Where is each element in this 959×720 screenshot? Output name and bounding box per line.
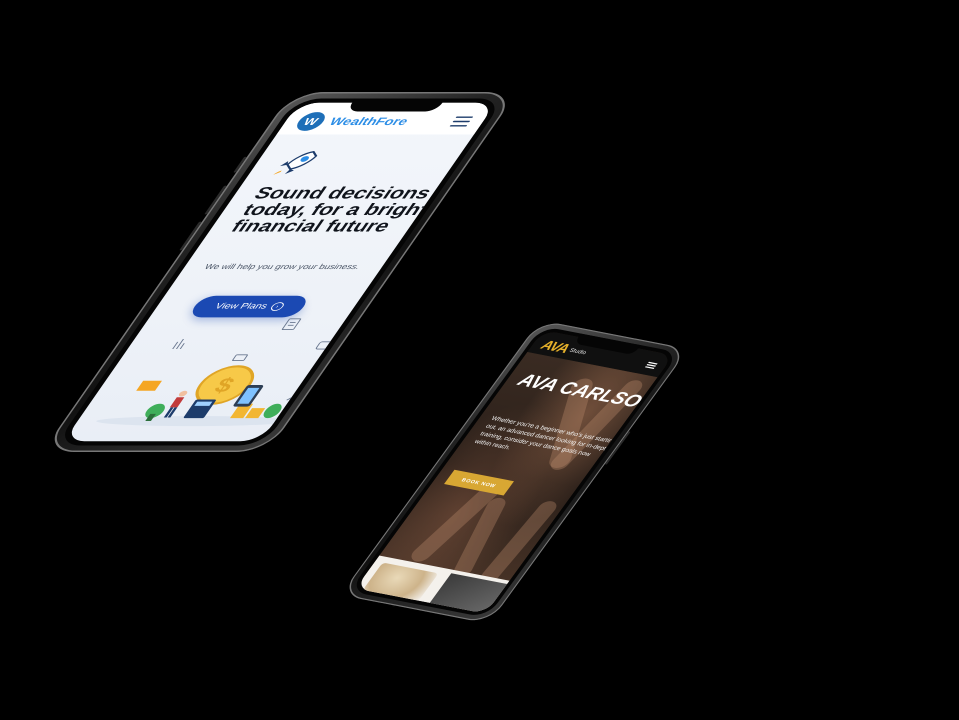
phone-bezel: AVA Studio AVA CARLSON Whether you're a … [349,326,680,618]
phone-wealthfore: W WealthFore Sound decisions today, for … [42,92,518,452]
mockup-stage: AVA Studio AVA CARLSON Whether you're a … [0,0,959,720]
ava-screen: AVA Studio AVA CARLSON Whether you're a … [355,330,674,614]
finance-illustration: $ [96,318,334,427]
ava-logo-subtitle: Studio [568,346,589,356]
hamburger-icon[interactable] [644,361,658,369]
ava-logo[interactable]: AVA [538,337,573,356]
rocket-icon [273,150,318,175]
wealthfore-logo-icon[interactable]: W [292,112,330,131]
wealthfore-screen: W WealthFore Sound decisions today, for … [63,102,496,442]
wallet-icon [315,341,334,350]
hero-subtext: We will help you grow your business. [202,263,362,272]
phone-bezel: W WealthFore Sound decisions today, for … [54,98,505,446]
wealthfore-brand[interactable]: WealthFore [326,115,411,127]
phone-notch [346,98,446,112]
food-image [362,562,439,601]
hero-headline: Sound decisions today, for a bright fina… [227,183,437,236]
view-plans-label: View Plans [212,302,270,311]
clipboard-icon [281,318,302,331]
arrow-circle-icon: › [268,302,286,311]
hamburger-icon[interactable] [449,116,474,127]
dollar-bill-icon [232,354,248,361]
phone-ava-studio: AVA Studio AVA CARLSON Whether you're a … [340,320,689,624]
bar-chart-icon [172,338,185,350]
